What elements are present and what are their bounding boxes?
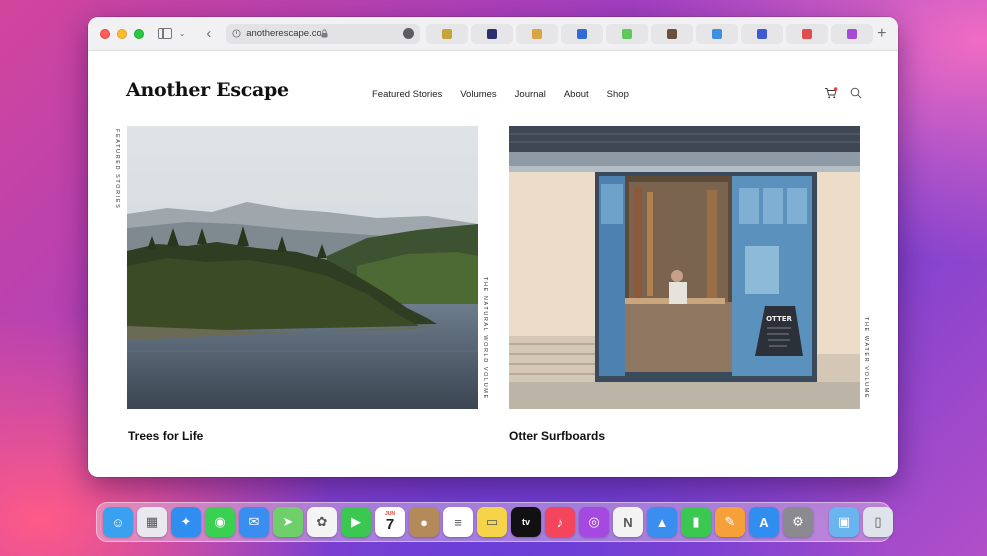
- tab-favicon-icon: [622, 28, 633, 39]
- search-icon[interactable]: [850, 87, 862, 99]
- dock-launchpad-icon[interactable]: ▦: [137, 507, 167, 537]
- dock-notes-icon[interactable]: ▭: [477, 507, 507, 537]
- dock-finder-icon[interactable]: ☺: [103, 507, 133, 537]
- nav-journal[interactable]: Journal: [515, 89, 546, 100]
- window-controls: [100, 28, 144, 39]
- nav-about[interactable]: About: [564, 89, 589, 100]
- cart-icon[interactable]: [824, 87, 838, 99]
- tab-favicon-icon: [802, 28, 813, 39]
- header-icons: [824, 87, 862, 99]
- dock-downloads-icon[interactable]: ▣: [829, 507, 859, 537]
- tab-bar: [426, 23, 874, 44]
- tab-favicon-icon: [532, 28, 543, 39]
- browser-tab[interactable]: [516, 23, 559, 44]
- dock-music-icon[interactable]: ♪: [545, 507, 575, 537]
- lock-icon: [321, 29, 328, 38]
- tab-favicon-icon: [712, 28, 723, 39]
- browser-tab[interactable]: [426, 23, 469, 44]
- featured-stories-section: FEATURED STORIES THE NATURAL WORLD VOLUM…: [88, 121, 898, 477]
- tab-favicon-icon: [442, 28, 453, 39]
- dock-calendar-icon[interactable]: JUN 7: [375, 507, 405, 537]
- browser-tab[interactable]: [786, 23, 829, 44]
- otter-sign-text: OTTER: [766, 315, 792, 323]
- dock-contacts-icon[interactable]: ●: [409, 507, 439, 537]
- volume-label-water: THE WATER VOLUME: [863, 317, 869, 400]
- story-image-otter-surfboards[interactable]: OTTER: [509, 126, 860, 409]
- browser-window: ⌄ ‹ anotherescape.com + Another Escape F…: [88, 17, 898, 477]
- tab-favicon-icon: [757, 28, 768, 39]
- dock-maps-icon[interactable]: ➤: [273, 507, 303, 537]
- privacy-shield-icon: [232, 29, 241, 38]
- address-bar[interactable]: anotherescape.com: [226, 23, 421, 44]
- dock-reminders-icon[interactable]: ≡: [443, 507, 473, 537]
- nav-featured-stories[interactable]: Featured Stories: [372, 89, 442, 100]
- browser-tab[interactable]: [561, 23, 604, 44]
- calendar-day: 7: [385, 516, 395, 533]
- dock-app-store-icon[interactable]: A: [749, 507, 779, 537]
- browser-tab[interactable]: [696, 23, 739, 44]
- dock-news-icon[interactable]: N: [613, 507, 643, 537]
- close-window-button[interactable]: [100, 28, 110, 39]
- back-arrow-icon[interactable]: ‹: [201, 25, 216, 42]
- dock-pages-icon[interactable]: ✎: [715, 507, 745, 537]
- address-url: anotherescape.com: [246, 28, 322, 39]
- dock-messages-icon[interactable]: ◉: [205, 507, 235, 537]
- story-image-trees-for-life[interactable]: [127, 126, 478, 409]
- browser-tab[interactable]: [606, 23, 649, 44]
- dock-podcasts-icon[interactable]: ◎: [579, 507, 609, 537]
- browser-tab[interactable]: [741, 23, 784, 44]
- browser-tab[interactable]: [831, 23, 874, 44]
- dock-facetime-icon[interactable]: ▶: [341, 507, 371, 537]
- dock: ☺ ▦ ✦ ◉ ✉ ➤ ✿ ▶ JUN 7 ● ≡ ▭ tv ♪ ◎ N ▲ ▮ ✎ A ⚙ ▣ ▯: [96, 502, 893, 542]
- reader-icon[interactable]: [403, 28, 415, 39]
- dock-safari-icon[interactable]: ✦: [171, 507, 201, 537]
- site-logo[interactable]: Another Escape: [126, 79, 289, 101]
- browser-toolbar: ⌄ ‹ anotherescape.com +: [88, 17, 898, 51]
- tv-label: tv: [521, 517, 530, 527]
- dock-system-preferences-icon[interactable]: ⚙: [783, 507, 813, 537]
- dock-tv-icon[interactable]: tv: [511, 507, 541, 537]
- dock-numbers-icon[interactable]: ▮: [681, 507, 711, 537]
- minimize-window-button[interactable]: [117, 28, 127, 39]
- tab-favicon-icon: [577, 28, 588, 39]
- nav-volumes[interactable]: Volumes: [460, 89, 496, 100]
- site-header: Another Escape Featured Stories Volumes …: [88, 51, 898, 121]
- chevron-down-icon[interactable]: ⌄: [175, 26, 190, 42]
- nav-shop[interactable]: Shop: [607, 89, 629, 100]
- browser-tab[interactable]: [471, 23, 514, 44]
- tab-favicon-icon: [667, 28, 678, 39]
- section-label: FEATURED STORIES: [114, 129, 120, 210]
- browser-tab[interactable]: [651, 23, 694, 44]
- dock-keynote-icon[interactable]: ▲: [647, 507, 677, 537]
- new-tab-icon[interactable]: +: [873, 24, 890, 44]
- zoom-window-button[interactable]: [134, 28, 144, 39]
- dock-mail-icon[interactable]: ✉: [239, 507, 269, 537]
- main-nav: Featured Stories Volumes Journal About S…: [372, 89, 647, 100]
- dock-trash-icon[interactable]: ▯: [863, 507, 893, 537]
- volume-label-natural-world: THE NATURAL WORLD VOLUME: [482, 277, 488, 400]
- story-title-trees-for-life[interactable]: Trees for Life: [128, 429, 203, 443]
- sidebar-toggle-icon[interactable]: [158, 26, 173, 42]
- tab-favicon-icon: [487, 28, 498, 39]
- tab-favicon-icon: [847, 28, 858, 39]
- story-title-otter-surfboards[interactable]: Otter Surfboards: [509, 429, 605, 443]
- dock-photos-icon[interactable]: ✿: [307, 507, 337, 537]
